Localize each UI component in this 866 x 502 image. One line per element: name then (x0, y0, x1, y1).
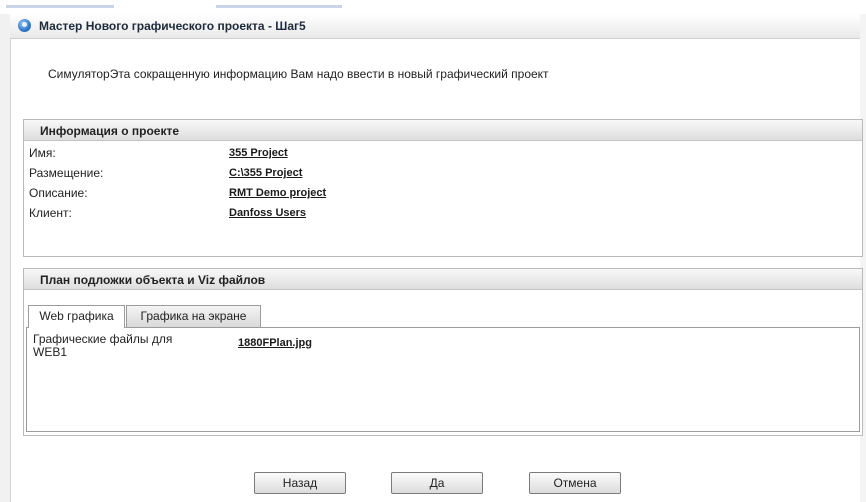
project-name-link[interactable]: 355 Project (229, 147, 288, 159)
floorplan-title: План подложки объекта и Viz файлов (40, 273, 266, 287)
left-frame-edge (0, 14, 11, 502)
project-description-label: Описание: (29, 186, 88, 200)
project-location-link[interactable]: C:\355 Project (229, 167, 302, 179)
project-info-header: Информация о проекте (24, 120, 862, 141)
tab-screen-graphics[interactable]: Графика на экране (126, 305, 261, 327)
top-strip-segment (216, 5, 342, 8)
top-strip-segment (6, 5, 114, 8)
web-graphics-tab-panel: Графические файлы для WEB1 1880FPlan.jpg (26, 327, 860, 432)
tab-web-graphics[interactable]: Web графика (28, 305, 125, 328)
project-info-title: Информация о проекте (40, 124, 180, 138)
wizard-title-bar: Мастер Нового графического проекта - Шаг… (10, 14, 860, 39)
project-client-label: Клиент: (29, 206, 72, 220)
yes-button[interactable]: Да (391, 472, 483, 494)
web-file-link[interactable]: 1880FPlan.jpg (238, 337, 312, 349)
cancel-button[interactable]: Отмена (529, 472, 621, 494)
top-strip (0, 0, 866, 14)
project-client-link[interactable]: Danfoss Users (229, 207, 306, 219)
floorplan-panel: План подложки объекта и Viz файлов Web г… (23, 268, 863, 436)
wizard-title: Мастер Нового графического проекта - Шаг… (39, 19, 306, 33)
back-button[interactable]: Назад (254, 472, 346, 494)
info-icon (18, 19, 31, 32)
project-name-label: Имя: (29, 146, 56, 160)
project-description-link[interactable]: RMT Demo project (229, 187, 326, 199)
intro-text: СимуляторЭта сокращенную информацию Вам … (48, 67, 549, 81)
floorplan-header: План подложки объекта и Viz файлов (24, 269, 862, 290)
web-file-label: Графические файлы для WEB1 (33, 333, 173, 359)
project-info-panel: Информация о проекте Имя: 355 Project Ра… (23, 119, 863, 257)
project-location-label: Размещение: (29, 166, 104, 180)
